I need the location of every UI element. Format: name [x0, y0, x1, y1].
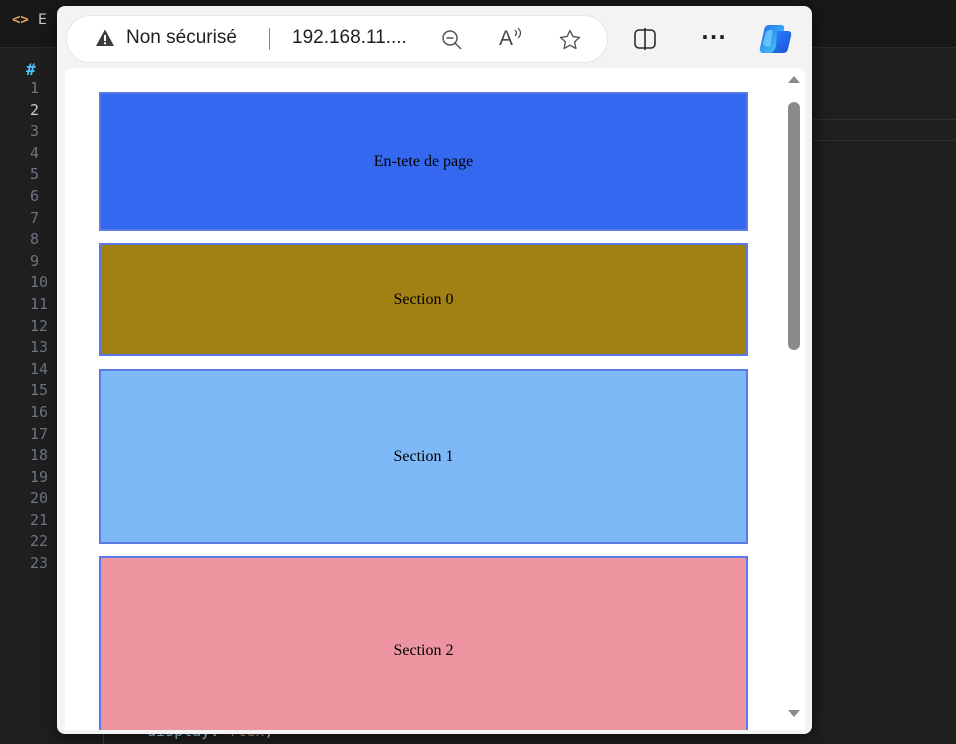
favorite-star-icon[interactable] — [557, 27, 583, 53]
section-label: Section 0 — [393, 290, 454, 308]
browser-toolbar: Non sécurisé 192.168.11.... A ··· — [57, 6, 812, 68]
section-1: Section 1 — [99, 369, 748, 544]
url-text[interactable]: 192.168.11.... — [292, 27, 407, 49]
address-bar[interactable]: Non sécurisé 192.168.11.... A — [67, 16, 607, 62]
breadcrumb-symbol-icon[interactable]: # — [26, 60, 36, 79]
html-file-icon: <> — [12, 12, 29, 28]
read-aloud-icon[interactable]: A — [497, 26, 525, 52]
copilot-icon[interactable] — [757, 22, 793, 56]
warning-triangle-icon[interactable] — [95, 28, 115, 48]
section-label: Section 2 — [393, 642, 454, 659]
section-0: Section 0 — [99, 243, 748, 356]
split-screen-icon[interactable] — [632, 26, 658, 52]
scrollbar-thumb[interactable] — [788, 102, 800, 350]
scroll-up-arrow-icon[interactable] — [788, 76, 800, 83]
zoom-out-icon[interactable] — [440, 28, 464, 52]
page-header-label: En-tete de page — [373, 152, 474, 170]
section-label: Section 1 — [393, 447, 454, 465]
page-viewport[interactable]: En-tete de page Section 0 Section 1 Sect… — [65, 68, 805, 730]
section-2: Section 2 — [99, 556, 748, 730]
page-header: En-tete de page — [99, 92, 748, 231]
browser-popup-window: Non sécurisé 192.168.11.... A ··· En-tet… — [57, 6, 812, 734]
read-aloud-glyph: A — [498, 27, 513, 50]
editor-tab-label[interactable]: E — [38, 12, 47, 28]
security-status-label[interactable]: Non sécurisé — [126, 27, 237, 49]
more-icon[interactable]: ··· — [699, 24, 729, 50]
address-separator — [269, 28, 270, 50]
scroll-down-arrow-icon[interactable] — [788, 710, 800, 717]
vertical-scrollbar[interactable] — [783, 68, 805, 730]
